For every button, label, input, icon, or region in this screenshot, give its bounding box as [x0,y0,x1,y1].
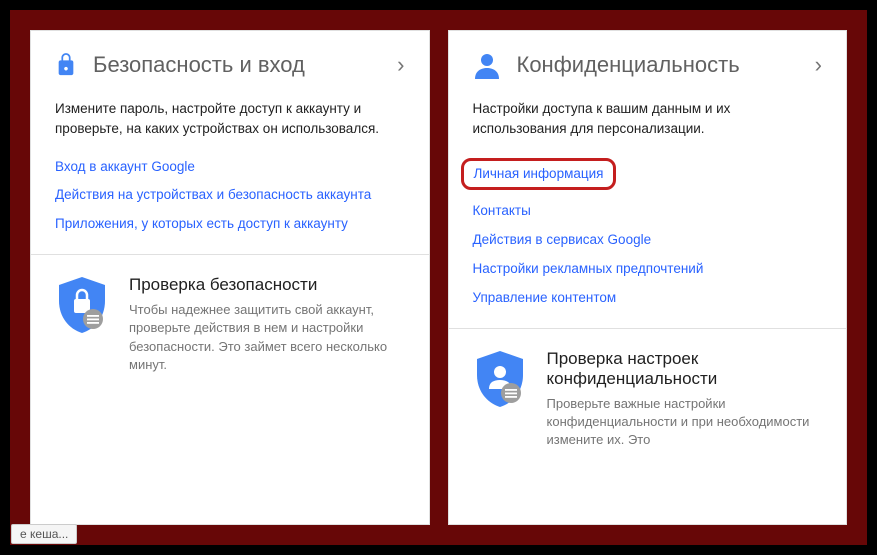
lock-icon [55,51,77,79]
link-connected-apps[interactable]: Приложения, у которых есть доступ к акка… [55,215,405,234]
security-card: Безопасность и вход › Измените пароль, н… [30,30,430,525]
privacy-card: Конфиденциальность › Настройки доступа к… [448,30,848,525]
chevron-right-icon: › [397,52,404,78]
privacy-checkup[interactable]: Проверка настроек конфиденциальности Про… [449,328,847,470]
link-signin[interactable]: Вход в аккаунт Google [55,158,405,177]
privacy-description: Настройки доступа к вашим данным и их ис… [449,99,847,158]
privacy-title: Конфиденциальность [517,52,799,78]
highlight-personal-info: Личная информация [461,158,617,191]
link-personal-info[interactable]: Личная информация [474,166,604,181]
security-description: Измените пароль, настройте доступ к акка… [31,99,429,158]
security-title: Безопасность и вход [93,52,381,78]
privacy-header[interactable]: Конфиденциальность › [449,31,847,99]
link-contacts[interactable]: Контакты [473,202,823,221]
security-checkup-title: Проверка безопасности [129,275,405,295]
privacy-checkup-title: Проверка настроек конфиденциальности [547,349,823,389]
security-links: Вход в аккаунт Google Действия на устрой… [31,158,429,255]
privacy-checkup-desc: Проверьте важные настройки конфиденциаль… [547,395,823,450]
privacy-links: Личная информация Контакты Действия в се… [449,158,847,328]
link-ads-settings[interactable]: Настройки рекламных предпочтений [473,260,823,279]
chevron-right-icon: › [815,52,822,78]
shield-lock-icon [55,275,109,335]
browser-statusbar: е кеша... [11,524,77,544]
shield-person-icon [473,349,527,409]
link-google-activity[interactable]: Действия в сервисах Google [473,231,823,250]
link-content-control[interactable]: Управление контентом [473,289,823,308]
link-device-activity[interactable]: Действия на устройствах и безопасность а… [55,186,405,205]
person-icon [473,51,501,79]
security-checkup[interactable]: Проверка безопасности Чтобы надежнее защ… [31,254,429,394]
security-header[interactable]: Безопасность и вход › [31,31,429,99]
security-checkup-desc: Чтобы надежнее защитить свой аккаунт, пр… [129,301,405,374]
